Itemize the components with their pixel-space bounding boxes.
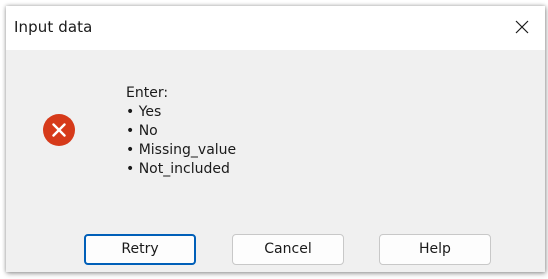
help-button[interactable]: Help (379, 234, 491, 265)
dialog-body: Enter: • Yes • No • Missing_value • Not_… (6, 50, 545, 272)
error-message: Enter: • Yes • No • Missing_value • Not_… (126, 84, 236, 179)
input-data-dialog: Input data Enter: • Yes • No • Missing_v… (6, 6, 545, 272)
message-line: • Missing_value (126, 142, 237, 158)
dialog-title: Input data (14, 18, 93, 36)
retry-button[interactable]: Retry (84, 234, 196, 265)
message-line: • Not_included (126, 161, 230, 177)
error-icon (43, 114, 75, 146)
close-button[interactable] (499, 6, 545, 50)
message-line: Enter: (126, 85, 169, 101)
cancel-button[interactable]: Cancel (232, 234, 344, 265)
close-icon (515, 20, 529, 34)
message-line: • No (126, 123, 158, 139)
title-bar: Input data (6, 6, 545, 50)
message-line: • Yes (126, 104, 162, 120)
